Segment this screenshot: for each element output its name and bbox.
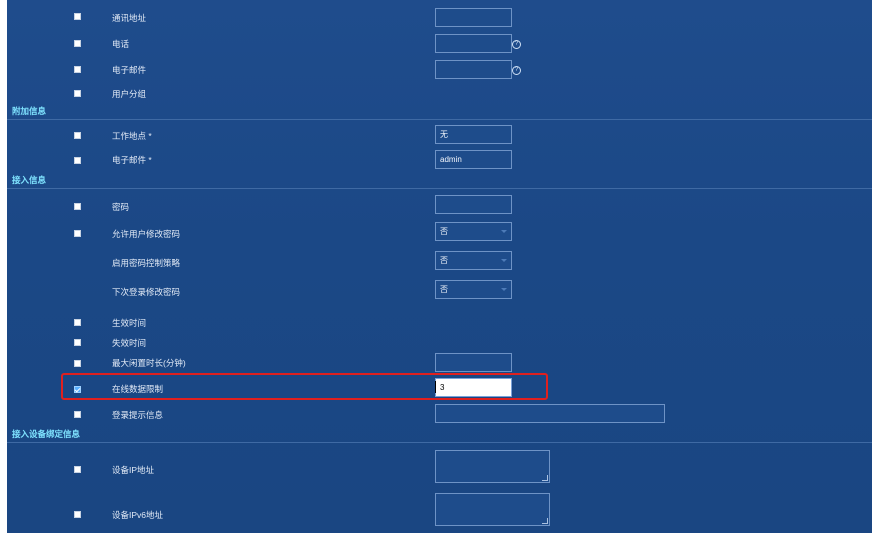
form-row-device-ipv6: 设备IPv6地址 xyxy=(7,493,872,529)
form-row-workplace: 工作地点 * 无 xyxy=(7,124,872,146)
device-ipv6-textarea[interactable] xyxy=(435,493,550,526)
label-idle: 最大闲置时长(分钟) xyxy=(112,358,186,368)
form-panel: 通讯地址 电话 ? 电子邮件 ? 用户分组 附加信息 工作地点 * 无 电子邮件… xyxy=(7,0,872,533)
form-row-login-hint: 登录提示信息 xyxy=(7,404,872,426)
form-row-device-ip: 设备IP地址 xyxy=(7,450,872,486)
phone-input[interactable] xyxy=(435,34,512,53)
form-row-group: 用户分组 xyxy=(7,84,872,104)
section-title: 附加信息 xyxy=(12,106,47,116)
form-row-email2: 电子邮件 * admin xyxy=(7,149,872,171)
password-input[interactable] xyxy=(435,195,512,214)
login-hint-input[interactable] xyxy=(435,404,665,423)
label-address: 通讯地址 xyxy=(112,13,147,23)
checkbox-address[interactable] xyxy=(74,13,81,20)
form-row-expire: 失效时间 xyxy=(7,334,872,352)
label-login-hint: 登录提示信息 xyxy=(112,410,164,420)
label-group: 用户分组 xyxy=(112,89,147,99)
form-row-next-login: 下次登录修改密码 否 xyxy=(7,280,872,302)
checkbox-allow-change[interactable] xyxy=(74,230,81,237)
pwd-policy-select[interactable]: 否 xyxy=(435,251,512,270)
checkbox-phone[interactable] xyxy=(74,40,81,47)
checkbox-email2[interactable] xyxy=(74,157,81,164)
form-row-pwd-policy: 启用密码控制策略 否 xyxy=(7,251,872,273)
checkbox-workplace[interactable] xyxy=(74,132,81,139)
idle-input[interactable] xyxy=(435,353,512,372)
checkbox-email[interactable] xyxy=(74,66,81,73)
label-allow-change: 允许用户修改密码 xyxy=(112,229,181,239)
checkbox-device-ipv6[interactable] xyxy=(74,511,81,518)
section-access-info: 接入信息 xyxy=(7,172,872,189)
label-pwd-policy: 启用密码控制策略 xyxy=(112,258,181,268)
email2-input[interactable]: admin xyxy=(435,150,512,169)
form-row-email: 电子邮件 ? xyxy=(7,59,872,81)
checkbox-effective[interactable] xyxy=(74,319,81,326)
label-device-ip: 设备IP地址 xyxy=(112,465,155,475)
label-email: 电子邮件 xyxy=(112,65,147,75)
form-row-idle: 最大闲置时长(分钟) xyxy=(7,353,872,373)
form-row-password: 密码 xyxy=(7,195,872,217)
section-device-binding: 接入设备绑定信息 xyxy=(7,426,872,443)
checkbox-expire[interactable] xyxy=(74,339,81,346)
device-ip-textarea[interactable] xyxy=(435,450,550,483)
text-cursor xyxy=(435,381,436,393)
label-email2: 电子邮件 * xyxy=(112,155,152,165)
section-title: 接入设备绑定信息 xyxy=(12,429,81,439)
checkbox-login-hint[interactable] xyxy=(74,411,81,418)
label-password: 密码 xyxy=(112,202,130,212)
help-icon[interactable]: ? xyxy=(512,40,521,49)
email-input[interactable] xyxy=(435,60,512,79)
label-expire: 失效时间 xyxy=(112,338,147,348)
form-row-address: 通讯地址 xyxy=(7,0,872,27)
form-row-phone: 电话 ? xyxy=(7,33,872,55)
checkbox-password[interactable] xyxy=(74,203,81,210)
checkbox-group[interactable] xyxy=(74,90,81,97)
label-workplace: 工作地点 * xyxy=(112,131,152,141)
section-title: 接入信息 xyxy=(12,175,47,185)
workplace-input[interactable]: 无 xyxy=(435,125,512,144)
label-next-login: 下次登录修改密码 xyxy=(112,287,181,297)
checkbox-device-ip[interactable] xyxy=(74,466,81,473)
checkbox-idle[interactable] xyxy=(74,360,81,367)
section-extra-info: 附加信息 xyxy=(7,103,872,120)
allow-change-select[interactable]: 否 xyxy=(435,222,512,241)
label-device-ipv6: 设备IPv6地址 xyxy=(112,510,164,520)
label-phone: 电话 xyxy=(112,39,130,49)
form-row-allow-change: 允许用户修改密码 否 xyxy=(7,222,872,244)
label-effective: 生效时间 xyxy=(112,318,147,328)
help-icon[interactable]: ? xyxy=(512,66,521,75)
address-input[interactable] xyxy=(435,8,512,27)
highlight-box xyxy=(61,373,548,400)
form-row-effective: 生效时间 xyxy=(7,314,872,332)
next-login-select[interactable]: 否 xyxy=(435,280,512,299)
